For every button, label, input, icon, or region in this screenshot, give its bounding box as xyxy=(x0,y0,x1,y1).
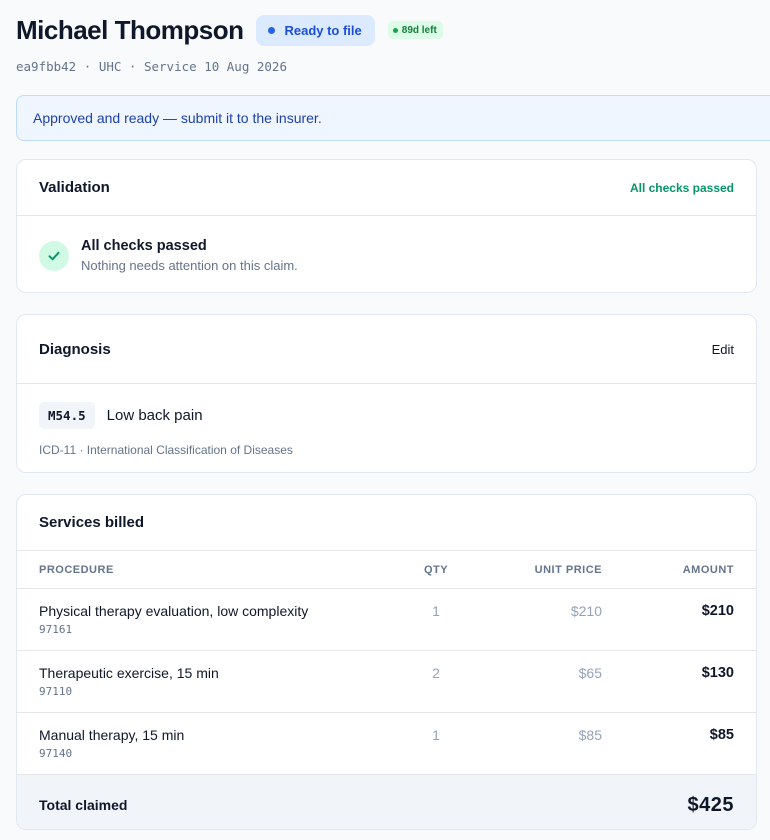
claim-meta: ea9fbb42 · UHC · Service 10 Aug 2026 xyxy=(16,59,757,74)
diagnosis-title: Diagnosis xyxy=(39,340,111,358)
procedure-name: Manual therapy, 15 min xyxy=(39,727,185,743)
meta-separator: · xyxy=(83,59,92,74)
services-title: Services billed xyxy=(39,514,145,531)
total-label: Total claimed xyxy=(39,797,128,813)
claim-id: ea9fbb42 xyxy=(16,59,77,74)
table-header: PROCEDURE QTY UNIT PRICE AMOUNT xyxy=(17,551,756,589)
procedure-amount: $130 xyxy=(701,665,734,681)
total-amount: $425 xyxy=(687,793,734,816)
table-row: Physical therapy evaluation, low complex… xyxy=(17,589,756,651)
service-date: 10 Aug 2026 xyxy=(204,59,287,74)
procedure-unit-price: $210 xyxy=(570,603,602,619)
service-label: Service xyxy=(143,59,197,74)
patient-name: Michael Thompson xyxy=(16,14,244,45)
procedure-qty: 1 xyxy=(432,603,440,619)
check-icon xyxy=(39,240,69,271)
procedure-code: 97110 xyxy=(39,685,73,698)
payer: UHC xyxy=(98,59,122,74)
check-title: All checks passed xyxy=(81,238,207,254)
procedure-qty: 2 xyxy=(432,665,440,681)
procedure-amount: $210 xyxy=(701,603,734,619)
diagnosis-card: Diagnosis Edit M54.5 Low back pain ICD-1… xyxy=(16,314,757,473)
column-header-unit-price: UNIT PRICE xyxy=(534,564,602,576)
banner-message: Approved and ready — submit it to the in… xyxy=(33,110,322,126)
check-subtitle: Nothing needs attention on this claim. xyxy=(81,258,298,273)
total-row: Total claimed $425 xyxy=(17,775,756,829)
column-header-procedure: PROCEDURE xyxy=(39,564,114,576)
days-dot-icon xyxy=(392,27,398,33)
table-row: Therapeutic exercise, 15 min 97110 2 $65… xyxy=(17,651,756,713)
claim-page: Michael Thompson Ready to file 89d left … xyxy=(16,0,770,830)
column-header-qty: QTY xyxy=(423,564,449,576)
procedure-code: 97140 xyxy=(39,747,73,760)
edit-diagnosis-button[interactable]: Edit xyxy=(712,338,734,361)
procedure-amount: $85 xyxy=(709,727,734,743)
diagnosis-system: ICD-11 · International Classification of… xyxy=(39,443,293,457)
services-card: Services billed PROCEDURE QTY UNIT PRICE… xyxy=(16,494,757,830)
validation-result: All checks passed Nothing needs attentio… xyxy=(17,216,756,273)
services-header: Services billed xyxy=(17,495,756,551)
procedure-name: Therapeutic exercise, 15 min xyxy=(39,665,219,681)
validation-header: Validation All checks passed xyxy=(17,160,756,216)
days-left-label: 89d left xyxy=(401,24,437,36)
status-label: Ready to file xyxy=(284,22,362,38)
procedure-unit-price: $65 xyxy=(578,665,602,681)
services-table: PROCEDURE QTY UNIT PRICE AMOUNT Physical… xyxy=(17,551,756,829)
procedure-qty: 1 xyxy=(432,727,440,743)
validation-title: Validation xyxy=(39,179,110,196)
validation-summary: All checks passed xyxy=(629,180,734,195)
diagnosis-code: M54.5 xyxy=(39,402,95,429)
procedure-name: Physical therapy evaluation, low complex… xyxy=(39,603,309,619)
procedure-code: 97161 xyxy=(39,623,73,636)
status-banner: Approved and ready — submit it to the in… xyxy=(16,95,770,141)
diagnosis-name: Low back pain xyxy=(106,407,203,424)
days-left-badge: 89d left xyxy=(387,21,443,39)
procedure-unit-price: $85 xyxy=(578,727,602,743)
table-row: Manual therapy, 15 min 97140 1 $85 $85 xyxy=(17,713,756,775)
status-badge: Ready to file xyxy=(256,14,375,46)
meta-separator: · xyxy=(128,59,137,74)
validation-card: Validation All checks passed All checks … xyxy=(16,159,757,293)
claim-header: Michael Thompson Ready to file 89d left xyxy=(16,14,757,46)
status-dot-icon xyxy=(268,26,276,34)
column-header-amount: AMOUNT xyxy=(682,564,734,576)
diagnosis-header: Diagnosis Edit xyxy=(17,315,756,384)
diagnosis-entry: M54.5 Low back pain xyxy=(17,384,756,429)
